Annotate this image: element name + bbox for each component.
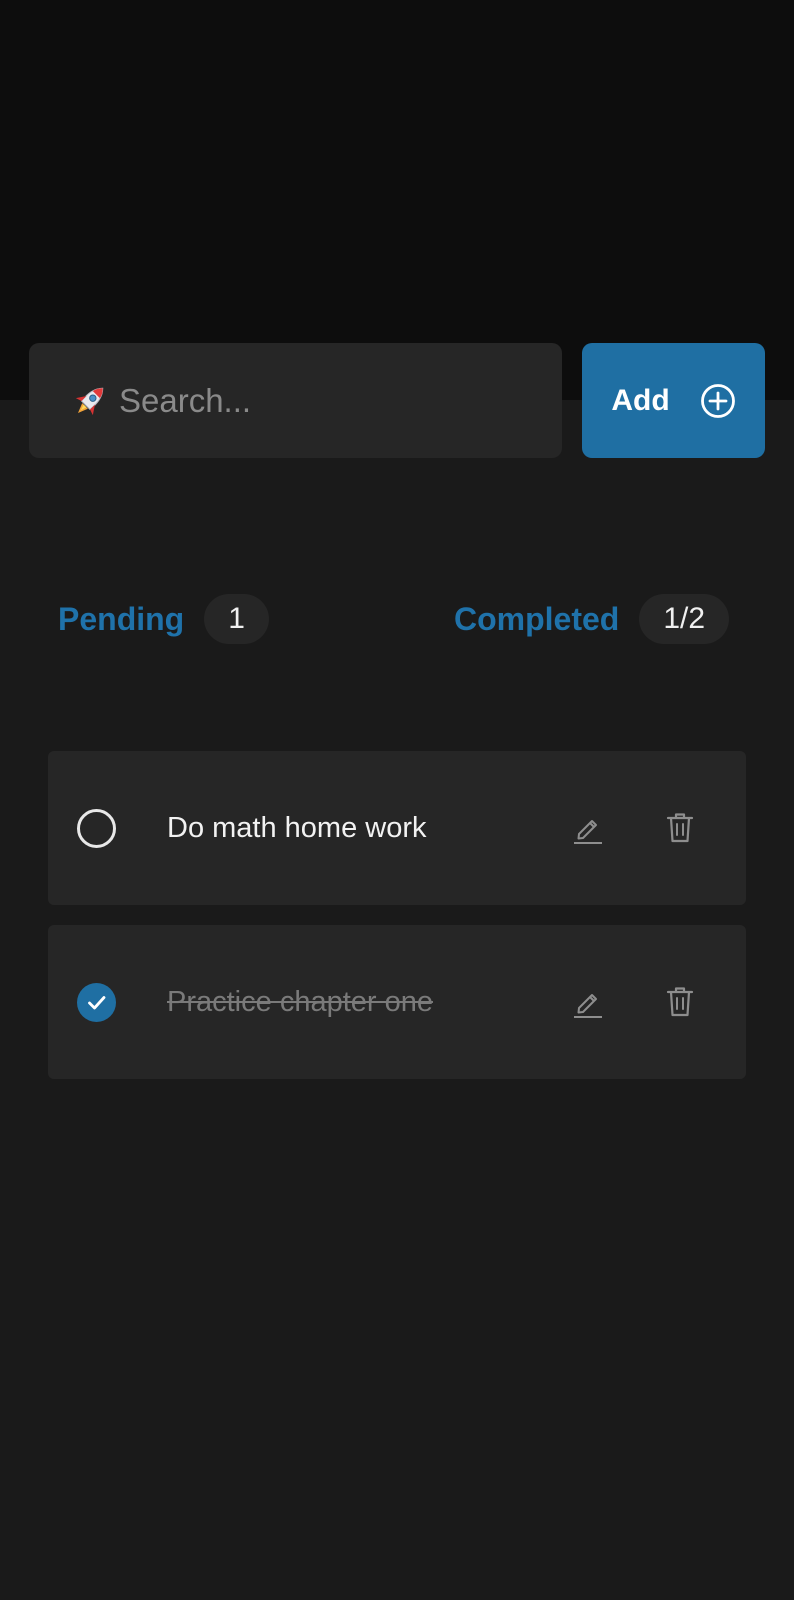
task-item: Practice chapter one xyxy=(48,925,746,1079)
task-item: Do math home work xyxy=(48,751,746,905)
pending-counter: Pending 1 xyxy=(58,594,269,644)
pending-label: Pending xyxy=(58,600,185,637)
task-text: Practice chapter one xyxy=(167,985,433,1018)
completed-label: Completed xyxy=(454,600,620,637)
edit-icon[interactable] xyxy=(571,985,605,1019)
trash-icon[interactable] xyxy=(665,811,695,845)
task-checkbox[interactable] xyxy=(77,809,116,848)
add-button[interactable]: Add xyxy=(582,343,765,458)
search-input[interactable] xyxy=(119,381,519,420)
trash-icon[interactable] xyxy=(665,985,695,1019)
task-checkbox-checked[interactable] xyxy=(77,983,116,1022)
checkmark-icon xyxy=(88,996,106,1010)
header-band xyxy=(0,0,794,400)
add-button-label: Add xyxy=(611,383,670,417)
search-box[interactable] xyxy=(29,343,562,458)
pending-count-badge: 1 xyxy=(204,594,269,644)
rocket-icon xyxy=(69,381,111,421)
edit-icon[interactable] xyxy=(571,811,605,845)
completed-counter: Completed 1/2 xyxy=(454,594,730,644)
plus-circle-icon xyxy=(700,383,736,419)
task-text: Do math home work xyxy=(167,811,427,844)
completed-count-badge: 1/2 xyxy=(639,594,730,644)
